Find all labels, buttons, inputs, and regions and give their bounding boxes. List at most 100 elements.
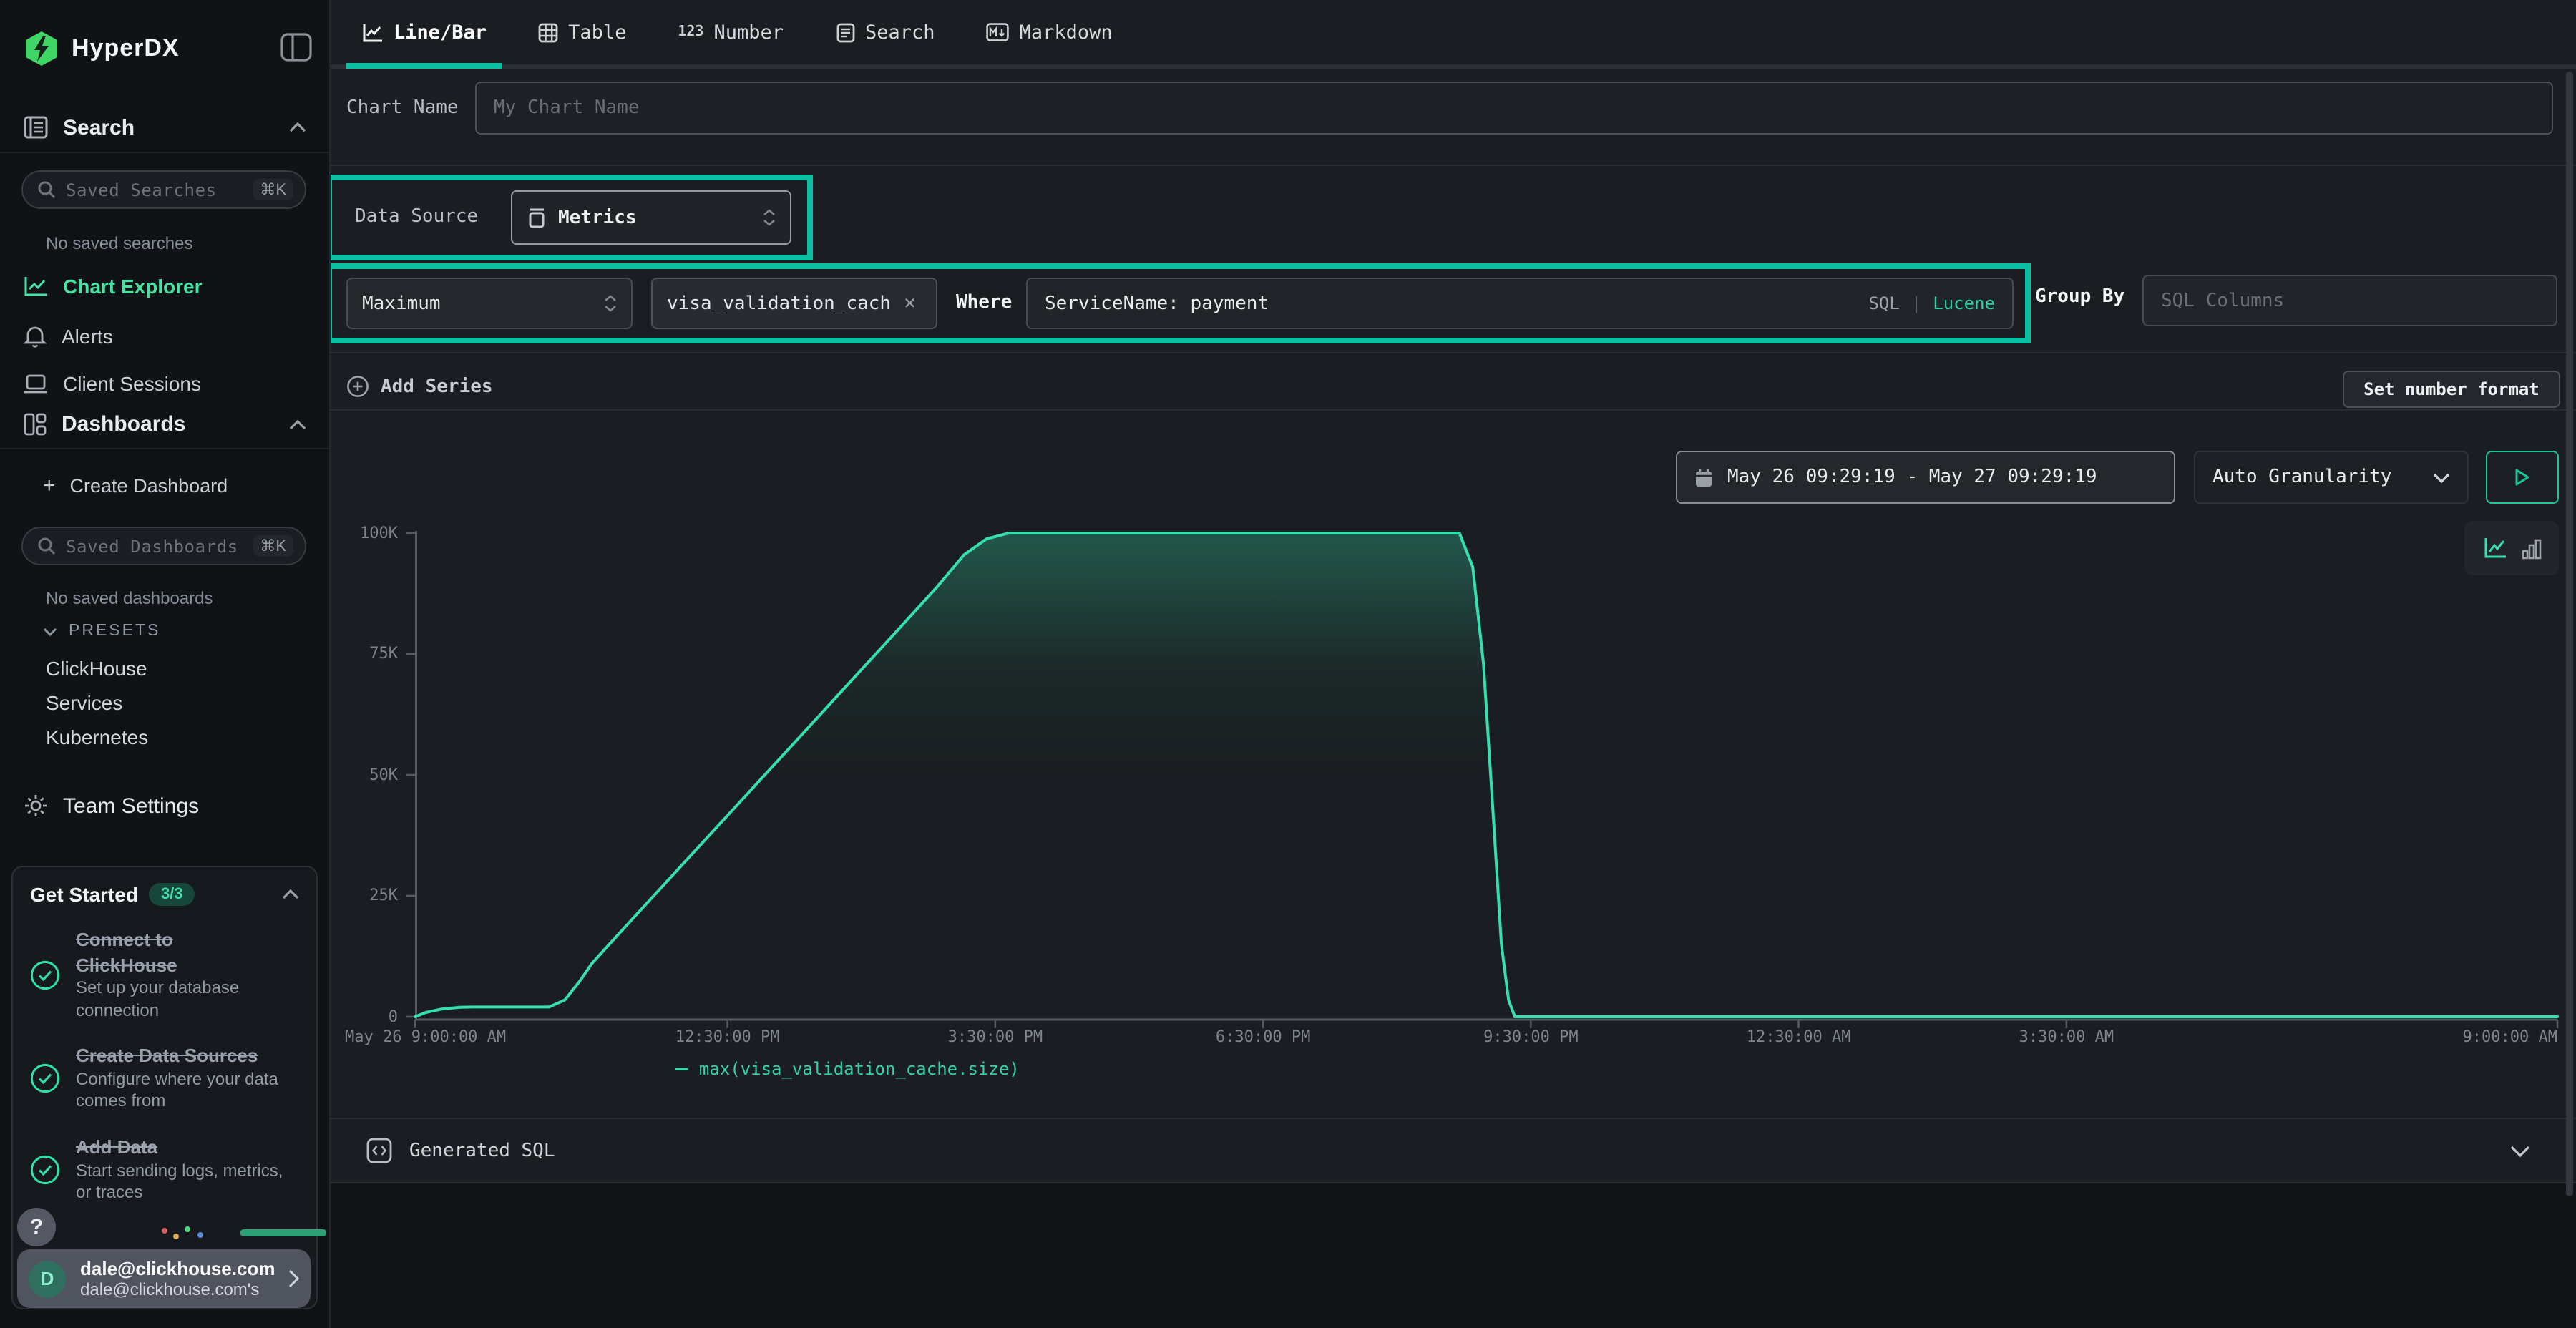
client-sessions-label: Client Sessions (63, 372, 201, 395)
chevron-up-icon (289, 122, 306, 133)
where-input-box: SQL | Lucene (1026, 278, 2014, 329)
sidebar-section-dashboards[interactable]: Dashboards (23, 412, 306, 436)
saved-dashboards-placeholder: Saved Dashboards (66, 536, 243, 556)
bell-icon (23, 323, 47, 348)
get-started-item-datasources[interactable]: Create Data Sources Configure where your… (30, 1044, 299, 1113)
get-started-card: Get Started 3/3 Connect to ClickHouse Se… (11, 866, 318, 1309)
plus-icon: + (43, 475, 56, 497)
lucene-mode-toggle[interactable]: Lucene (1933, 293, 1995, 313)
shortcut-badge: ⌘K (253, 535, 293, 557)
chart-name-input[interactable] (475, 82, 2553, 135)
sidebar-collapse-icon[interactable] (280, 33, 312, 62)
no-saved-searches-note: No saved searches (46, 233, 192, 253)
select-chevrons-icon (604, 295, 617, 312)
table-icon (538, 22, 558, 42)
set-number-format-button[interactable]: Set number format (2343, 371, 2560, 408)
x-tick-label: 9:00:00 AM (2463, 1027, 2557, 1046)
sidebar: HyperDX Search Saved Searche (0, 0, 331, 1328)
chevron-down-icon (2433, 472, 2450, 483)
sidebar-section-search[interactable]: Search (23, 114, 306, 140)
preset-services[interactable]: Services (46, 691, 122, 714)
y-tick-label: 75K (369, 644, 398, 663)
get-started-item-connect[interactable]: Connect to ClickHouse Set up your databa… (30, 927, 299, 1022)
user-menu[interactable]: D dale@clickhouse.com dale@clickhouse.co… (17, 1249, 311, 1308)
chevron-down-icon (2510, 1144, 2530, 1157)
tab-number[interactable]: 123 Number (662, 0, 799, 64)
generated-sql-label: Generated SQL (409, 1140, 555, 1161)
sidebar-item-alerts[interactable]: Alerts (23, 323, 306, 348)
gs-item-title: Add Data (76, 1135, 291, 1160)
select-chevrons-icon (763, 209, 776, 226)
timeseries-chart[interactable] (415, 531, 2557, 1035)
chart-legend[interactable]: — max(visa_validation_cache.size) (675, 1059, 1020, 1079)
avatar: D (29, 1260, 66, 1297)
generated-sql-section[interactable]: Generated SQL (329, 1119, 2576, 1182)
saved-searches-input[interactable]: Saved Searches ⌘K (21, 170, 306, 209)
sidebar-item-client-sessions[interactable]: Client Sessions (23, 372, 306, 395)
group-by-label: Group By (2035, 286, 2124, 308)
scrollbar[interactable] (2566, 72, 2573, 1196)
where-input[interactable] (1045, 279, 1857, 328)
number-123-icon: 123 (678, 24, 703, 40)
get-started-progress-badge: 3/3 (150, 883, 195, 906)
gs-item-title: Connect to ClickHouse (76, 927, 208, 977)
legend-swatch: — (675, 1059, 688, 1079)
create-dashboard-button[interactable]: + Create Dashboard (43, 475, 228, 497)
tab-markdown[interactable]: Markdown (971, 0, 1128, 64)
search-doc-icon (835, 22, 855, 42)
gs-item-desc: Start sending logs, metrics, or traces (76, 1160, 291, 1204)
get-started-header[interactable]: Get Started 3/3 (30, 883, 299, 906)
help-button[interactable]: ? (17, 1208, 56, 1246)
tab-label: Table (568, 21, 626, 44)
tab-label: Number (713, 21, 784, 44)
x-axis-labels: May 26 9:00:00 AM12:30:00 PM3:30:00 PM6:… (415, 1027, 2557, 1050)
granularity-select[interactable]: Auto Granularity (2194, 451, 2469, 504)
legend-series-label: max(visa_validation_cache.size) (699, 1059, 1020, 1079)
date-range-value: May 26 09:29:19 - May 27 09:29:19 (1727, 467, 2097, 488)
chart-line-icon (23, 275, 49, 298)
chevron-down-icon (43, 626, 57, 636)
sidebar-item-team-settings[interactable]: Team Settings (23, 793, 306, 819)
tab-table[interactable]: Table (522, 0, 642, 64)
main-content: Line/Bar Table 123 Number (329, 0, 2576, 1328)
search-section-label: Search (63, 115, 135, 140)
preset-kubernetes[interactable]: Kubernetes (46, 726, 148, 748)
check-circle-icon (30, 1063, 60, 1093)
team-settings-label: Team Settings (63, 794, 199, 818)
set-number-format-label: Set number format (2363, 379, 2540, 399)
tab-search[interactable]: Search (819, 0, 951, 64)
create-dashboard-label: Create Dashboard (70, 475, 228, 497)
date-range-input[interactable]: May 26 09:29:19 - May 27 09:29:19 (1676, 451, 2175, 504)
y-axis-labels: 025K50K75K100K (329, 0, 406, 1030)
check-circle-icon (30, 1155, 60, 1185)
metric-tag[interactable]: visa_validation_cach × (651, 278, 937, 329)
chevron-up-icon (289, 419, 306, 430)
series-annotation: Maximum visa_validation_cach × Where SQL… (326, 263, 2031, 343)
data-source-select[interactable]: Metrics (511, 190, 791, 245)
markdown-icon (987, 23, 1010, 42)
no-saved-dashboards-note: No saved dashboards (46, 588, 213, 608)
y-tick-label: 100K (360, 523, 398, 542)
x-tick-label: 3:30:00 AM (2019, 1027, 2114, 1046)
tab-label: Search (865, 21, 935, 44)
group-by-input[interactable] (2142, 275, 2557, 326)
play-icon (2514, 468, 2530, 487)
user-team: dale@clickhouse.com's (80, 1279, 288, 1300)
x-tick-label: 3:30:00 PM (948, 1027, 1043, 1046)
get-started-item-add-data[interactable]: Add Data Start sending logs, metrics, or… (30, 1135, 299, 1204)
sql-mode-toggle[interactable]: SQL (1868, 293, 1899, 313)
saved-dashboards-input[interactable]: Saved Dashboards ⌘K (21, 527, 306, 565)
search-icon (37, 180, 56, 199)
dashboards-icon (23, 412, 47, 436)
remove-metric-icon[interactable]: × (904, 293, 916, 313)
x-tick-label: 6:30:00 PM (1216, 1027, 1310, 1046)
run-query-button[interactable] (2486, 451, 2559, 504)
sidebar-item-chart-explorer[interactable]: Chart Explorer (23, 275, 306, 298)
y-tick-label: 50K (369, 765, 398, 783)
preset-clickhouse[interactable]: ClickHouse (46, 657, 147, 680)
chart-type-tabbar: Line/Bar Table 123 Number (329, 0, 2576, 69)
search-section-icon (23, 114, 49, 140)
presets-toggle[interactable]: PRESETS (43, 622, 160, 640)
chevron-right-icon (288, 1269, 299, 1288)
chevron-up-icon (282, 889, 299, 900)
